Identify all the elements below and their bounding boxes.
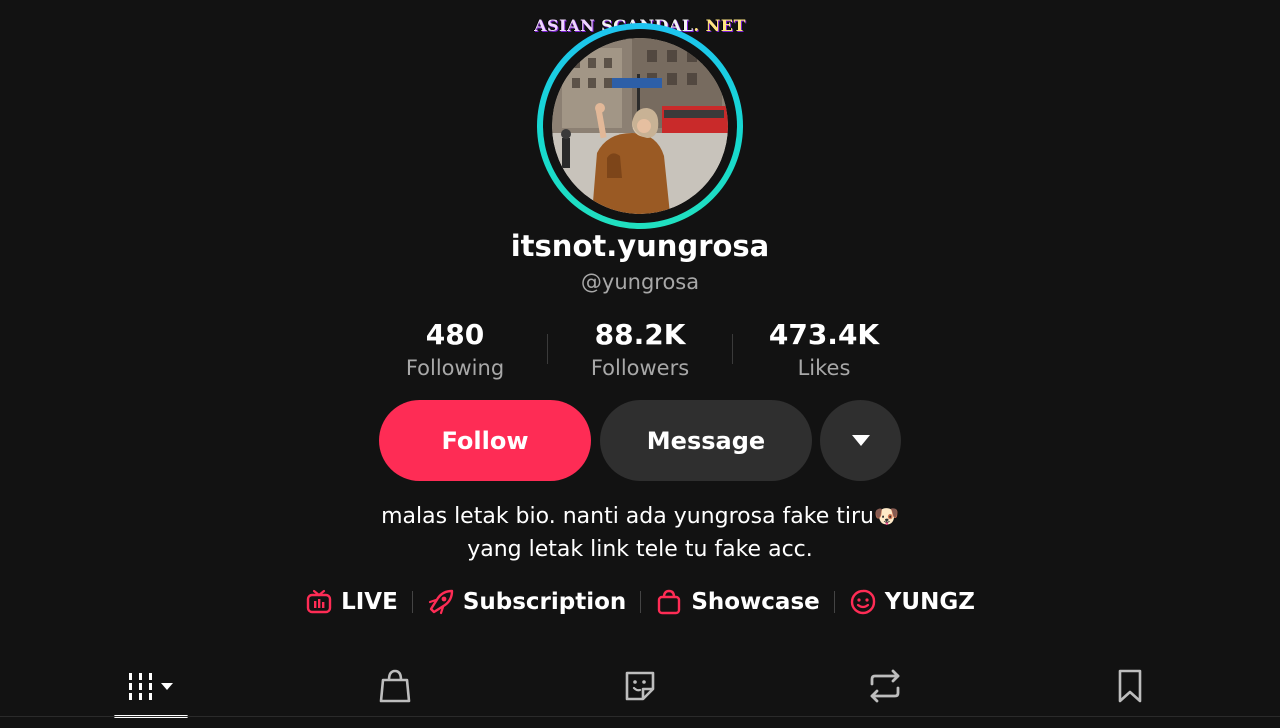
avatar-story-ring[interactable] — [537, 23, 743, 229]
stat-divider — [547, 334, 548, 364]
videos-grid-icon — [129, 673, 153, 700]
repost-icon — [870, 669, 900, 703]
profile-tab-bar — [0, 656, 1280, 718]
tab-saved[interactable] — [1080, 656, 1180, 716]
caret-down-icon — [851, 435, 870, 446]
tab-shop[interactable] — [345, 656, 445, 716]
bookmark-icon — [1118, 669, 1141, 703]
link-showcase[interactable]: Showcase — [641, 588, 833, 616]
link-live-label: LIVE — [341, 589, 398, 615]
sticker-icon — [625, 671, 655, 701]
chevron-down-icon — [161, 683, 174, 690]
live-tv-icon — [306, 589, 332, 614]
profile-links-row: LIVE Subscription Showcase YUNGZ — [0, 588, 1280, 616]
tab-videos[interactable] — [100, 656, 200, 718]
link-showcase-label: Showcase — [691, 589, 820, 615]
stat-divider — [732, 334, 733, 364]
link-yungz-label: YUNGZ — [884, 589, 975, 615]
tab-stickers[interactable] — [590, 656, 690, 716]
profile-page: ASIAN SCANDAL. NET — [0, 0, 1280, 728]
stat-likes-label: Likes — [797, 356, 851, 380]
more-options-button[interactable] — [820, 400, 901, 481]
tab-reposts[interactable] — [835, 656, 935, 716]
sticker-smile-icon — [850, 589, 875, 615]
username-handle: @yungrosa — [580, 270, 700, 294]
bio-line-2: yang letak link tele tu fake acc. — [467, 537, 813, 562]
stat-followers-label: Followers — [590, 356, 690, 380]
bio-line-1: malas letak bio. nanti ada yungrosa fake… — [0, 500, 1280, 533]
follow-button[interactable]: Follow — [379, 400, 591, 481]
watermark-part-1: ASIAN — [534, 16, 596, 35]
message-button[interactable]: Message — [600, 400, 812, 481]
link-live[interactable]: LIVE — [291, 588, 412, 616]
stat-likes[interactable]: 473.4K Likes — [734, 318, 914, 384]
link-subscription[interactable]: Subscription — [413, 588, 640, 616]
avatar — [552, 38, 728, 214]
link-yungz[interactable]: YUNGZ — [835, 588, 989, 616]
shopping-bag-icon — [658, 589, 681, 615]
watermark-part-3: . NET — [693, 16, 746, 35]
shop-bag-icon — [379, 669, 411, 703]
bio-line-1-text: malas letak bio. nanti ada yungrosa fake… — [381, 504, 874, 529]
subscription-icon — [428, 589, 454, 615]
bio: malas letak bio. nanti ada yungrosa fake… — [0, 500, 1280, 566]
dog-emoji-icon: 🐶 — [873, 504, 899, 528]
display-name: itsnot.yungrosa — [510, 229, 770, 263]
link-subscription-label: Subscription — [462, 589, 627, 615]
stat-followers[interactable]: 88.2K Followers — [550, 318, 730, 384]
tab-bar-divider — [0, 716, 1280, 717]
stat-following-value: 480 — [425, 318, 485, 351]
stat-following-label: Following — [405, 356, 505, 380]
stat-likes-value: 473.4K — [768, 318, 880, 351]
avatar-frame — [543, 29, 737, 223]
stat-followers-value: 88.2K — [594, 318, 686, 351]
stat-following[interactable]: 480 Following — [365, 318, 545, 384]
